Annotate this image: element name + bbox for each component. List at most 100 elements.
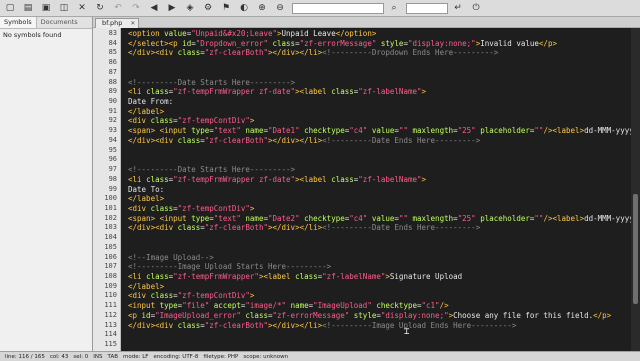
- code-line[interactable]: <input type="file" accept="image/*" name…: [128, 301, 449, 311]
- line-number: 83: [108, 29, 117, 37]
- goto-line-input[interactable]: [406, 2, 448, 14]
- line-number: 101: [104, 203, 117, 212]
- line-number: 107: [104, 262, 117, 271]
- mouse-cursor-icon: ⌶: [404, 327, 410, 337]
- line-number: 94: [108, 135, 117, 144]
- code-line[interactable]: </div><div class="zf-clearBoth"></div></…: [128, 48, 498, 58]
- build-icon[interactable]: ⚙: [200, 1, 216, 15]
- code-line[interactable]: <div class="zf-tempContDiv">: [128, 204, 254, 214]
- code-line[interactable]: <!---------Date Starts Here--------->: [128, 165, 295, 175]
- status-indent: TAB: [107, 353, 118, 360]
- file-tab-label: bf.php: [102, 19, 123, 27]
- execute-icon[interactable]: ⚑: [218, 1, 234, 15]
- code-line[interactable]: <p id="ImageUpload_error" class="zf-erro…: [128, 311, 611, 321]
- line-number: 102: [104, 213, 117, 222]
- line-number: 96: [108, 155, 117, 164]
- line-number: 106: [104, 252, 117, 261]
- tab-symbols[interactable]: Symbols: [0, 17, 37, 28]
- code-line[interactable]: <option value="Unpaid&#x20;Leave">Unpaid…: [128, 29, 376, 39]
- status-filetype: filetype: PHP: [203, 353, 239, 360]
- new-file-icon[interactable]: ▢: [2, 1, 18, 15]
- code-line[interactable]: <li class="zf-tempFrmWrapper zf-date"><l…: [128, 175, 426, 185]
- line-number: 112: [104, 310, 117, 319]
- status-col: col: 43: [49, 353, 69, 360]
- line-number: 86: [108, 58, 117, 67]
- forward-icon[interactable]: ▶: [164, 1, 180, 15]
- line-number: 113: [104, 320, 117, 329]
- line-number: 111: [104, 301, 117, 310]
- quit-icon[interactable]: ⏻: [468, 1, 484, 15]
- sidebar-tabs: Symbols Documents: [0, 17, 92, 29]
- code-line[interactable]: </label>: [128, 282, 164, 292]
- zoom-out-icon[interactable]: ⊖: [272, 1, 288, 15]
- compile-icon[interactable]: ◈: [182, 1, 198, 15]
- code-line[interactable]: <li class="zf-tempFrmWrapper"><label cla…: [128, 272, 462, 282]
- line-number: 114: [104, 330, 117, 339]
- zoom-in-icon[interactable]: ⊕: [254, 1, 270, 15]
- line-number: 88: [108, 77, 117, 86]
- code-line[interactable]: <span> <input type="text" name="Date1" c…: [128, 126, 640, 136]
- close-tab-icon[interactable]: ✕: [130, 19, 135, 28]
- line-number: 100: [104, 194, 117, 203]
- reload-icon[interactable]: ↻: [92, 1, 108, 15]
- code-editor[interactable]: 83 84 85 86 87 88 89 90 91 92 93 94 95 96 97 98 99 100 101…: [93, 28, 640, 351]
- line-number: 93: [108, 126, 117, 135]
- sidebar: Symbols Documents No symbols found: [0, 17, 93, 351]
- code-line[interactable]: <div class="zf-tempContDiv">: [128, 291, 254, 301]
- editor-tabs: bf.php ✕: [93, 17, 640, 28]
- status-eol: mode: LF: [123, 353, 149, 360]
- search-input[interactable]: [292, 2, 384, 14]
- line-number: 110: [104, 291, 117, 300]
- scrollbar-thumb[interactable]: [633, 194, 638, 304]
- line-number-gutter: 83 84 85 86 87 88 89 90 91 92 93 94 95 96 97 98 99 100 101…: [93, 28, 121, 351]
- toolbar: ▢ ▤ ▣ ◫ ✕ ↻ ↶ ↷ ◀ ▶ ◈ ⚙ ⚑ ◐ ⊕ ⊖ ⌕ ↵ ⏻: [0, 0, 640, 17]
- line-number: 115: [104, 340, 117, 349]
- back-icon[interactable]: ◀: [146, 1, 162, 15]
- line-number: 99: [108, 184, 117, 193]
- code-line[interactable]: </div><div class="zf-clearBoth"></div></…: [128, 321, 516, 331]
- line-number: 97: [108, 165, 117, 174]
- status-line: line: 116 / 165: [5, 353, 45, 360]
- code-line[interactable]: <li class="zf-tempFrmWrapper zf-date"><l…: [128, 87, 426, 97]
- code-line[interactable]: </div><div class="zf-clearBoth"></div></…: [128, 223, 480, 233]
- line-number: 87: [108, 67, 117, 76]
- code-line[interactable]: </div><div class="zf-clearBoth"></div></…: [128, 136, 480, 146]
- line-number: 103: [104, 223, 117, 232]
- code-line[interactable]: </label>: [128, 194, 164, 204]
- line-number: 85: [108, 48, 117, 57]
- no-symbols-message: No symbols found: [3, 31, 62, 39]
- close-file-icon[interactable]: ✕: [74, 1, 90, 15]
- code-line[interactable]: <!--Image Upload-->: [128, 253, 214, 263]
- color-picker-icon[interactable]: ◐: [236, 1, 252, 15]
- tab-documents[interactable]: Documents: [37, 17, 82, 28]
- line-number: 105: [104, 242, 117, 251]
- line-number: 84: [108, 38, 117, 47]
- code-line[interactable]: </label>: [128, 107, 164, 117]
- status-mode: INS: [93, 353, 103, 360]
- line-number: 90: [108, 97, 117, 106]
- line-number: 109: [104, 281, 117, 290]
- code-line[interactable]: <!---------Date Starts Here--------->: [128, 78, 295, 88]
- code-line[interactable]: </select><p id="Dropdown_error" class="z…: [128, 39, 557, 49]
- status-sel: sel: 0: [73, 353, 89, 360]
- line-number: 108: [104, 272, 117, 280]
- save-icon[interactable]: ▣: [38, 1, 54, 15]
- line-number: 92: [108, 116, 117, 125]
- code-line[interactable]: <span> <input type="text" name="Date2" c…: [128, 214, 640, 224]
- code-line[interactable]: <div class="zf-tempContDiv">: [128, 116, 254, 126]
- status-encoding: encoding: UTF-8: [153, 353, 199, 360]
- line-number: 104: [104, 233, 117, 242]
- open-file-icon[interactable]: ▤: [20, 1, 36, 15]
- code-line[interactable]: <!---------Image Upload Starts Here-----…: [128, 262, 331, 272]
- search-icon[interactable]: ⌕: [386, 1, 402, 15]
- jump-to-line-icon[interactable]: ↵: [450, 1, 466, 15]
- line-number: 98: [108, 174, 117, 183]
- save-all-icon[interactable]: ◫: [56, 1, 72, 15]
- undo-icon[interactable]: ↶: [110, 1, 126, 15]
- line-number: 95: [108, 145, 117, 154]
- code-line[interactable]: Date From:: [128, 97, 173, 107]
- code-line[interactable]: Date To:: [128, 185, 164, 195]
- vertical-scrollbar[interactable]: [631, 28, 640, 351]
- redo-icon[interactable]: ↷: [128, 1, 144, 15]
- file-tab[interactable]: bf.php ✕: [95, 18, 140, 28]
